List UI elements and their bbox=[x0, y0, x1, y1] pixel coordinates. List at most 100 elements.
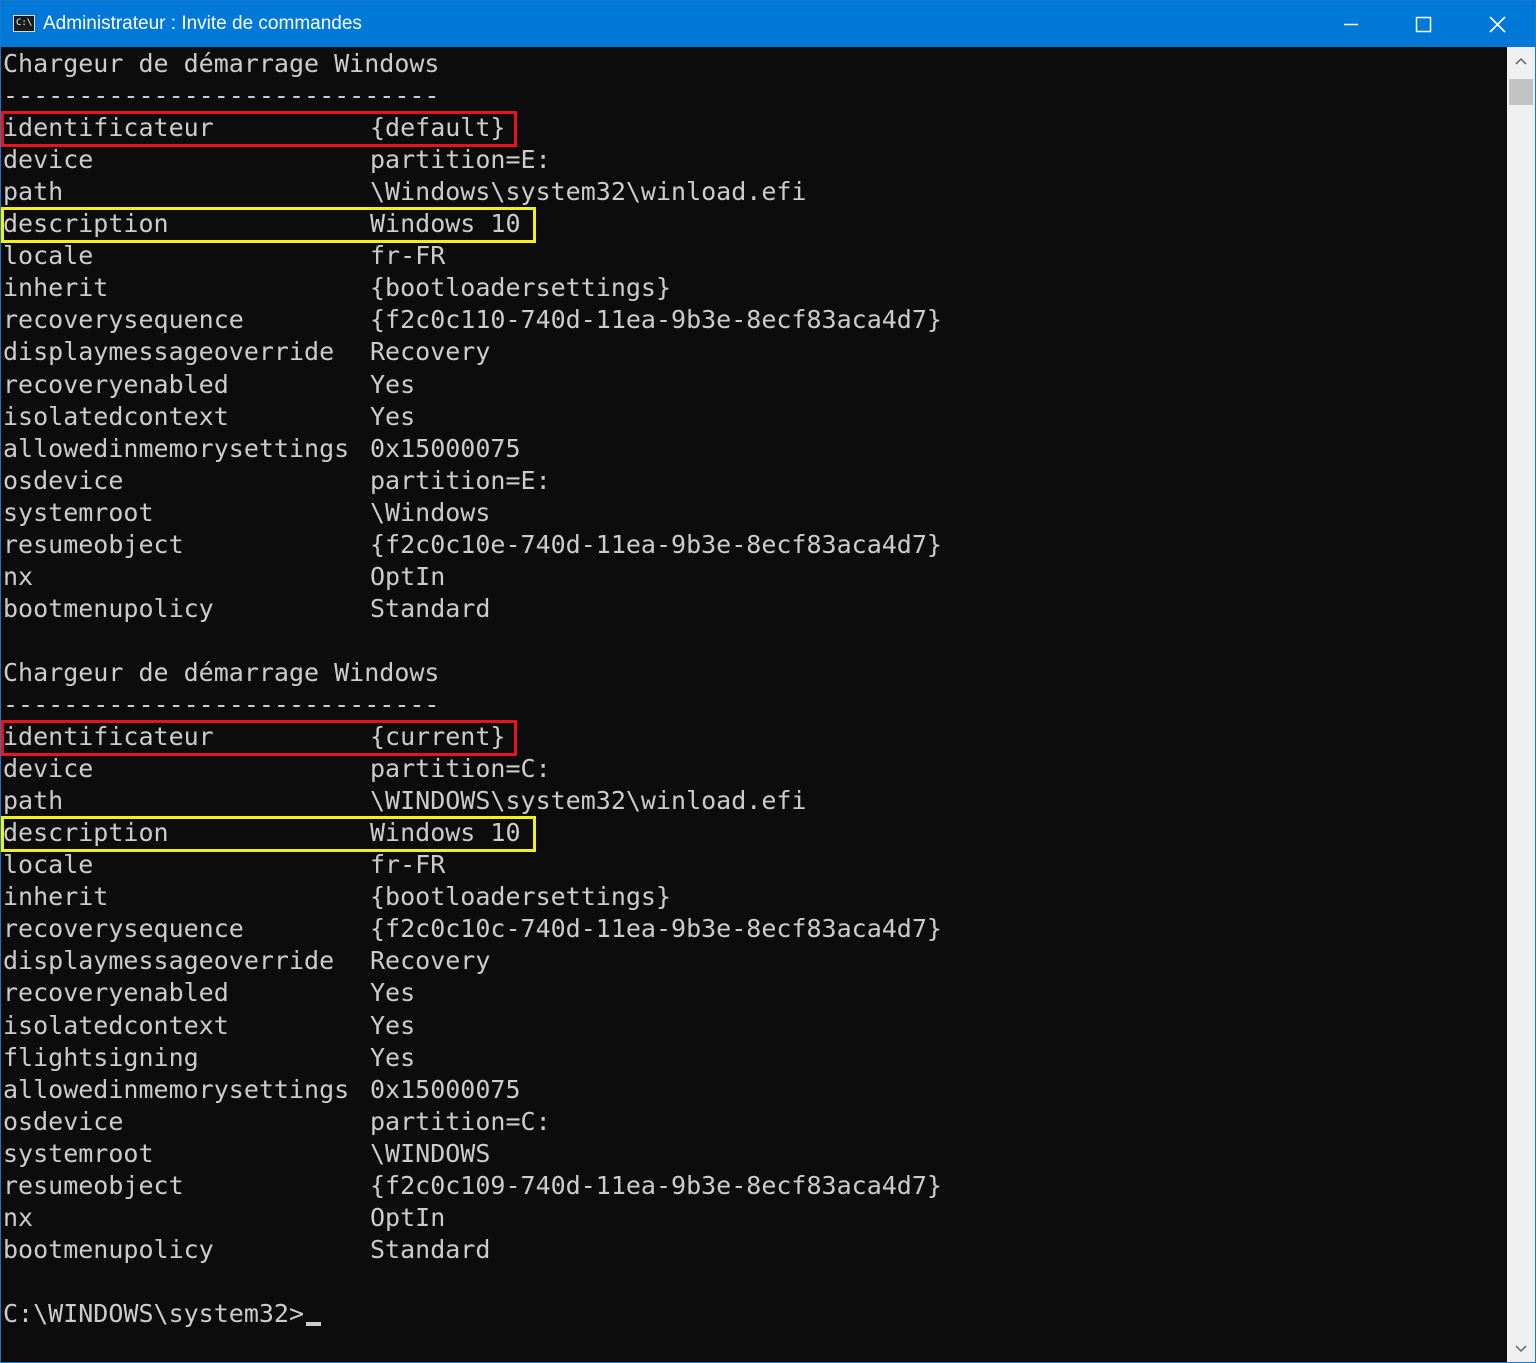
bcd-entry-row: inherit {bootloadersettings} bbox=[3, 881, 671, 913]
bcd-entry-row: description Windows 10 bbox=[3, 817, 521, 849]
entry-key: path bbox=[3, 786, 64, 816]
scroll-down-button[interactable] bbox=[1507, 1335, 1535, 1362]
entry-key: recoveryenabled bbox=[3, 369, 229, 399]
entry-key: description bbox=[3, 209, 169, 239]
bcd-entry-row: bootmenupolicy Standard bbox=[3, 593, 490, 625]
bcd-entry-row: allowedinmemorysettings 0x15000075 bbox=[3, 433, 521, 465]
entry-key: path bbox=[3, 177, 64, 207]
entry-value: partition=E: bbox=[370, 465, 551, 495]
entry-key: systemroot bbox=[3, 1138, 154, 1168]
entry-key: bootmenupolicy bbox=[3, 1234, 214, 1264]
entry-key: displaymessageoverride bbox=[3, 946, 335, 976]
bcd-entry-row: isolatedcontext Yes bbox=[3, 1010, 415, 1042]
vertical-scrollbar[interactable] bbox=[1507, 47, 1535, 1362]
section-header: Chargeur de démarrage Windows bbox=[3, 48, 440, 80]
entry-key: device bbox=[3, 754, 94, 784]
entry-value: Yes bbox=[370, 1042, 416, 1072]
entry-value: Yes bbox=[370, 1010, 416, 1040]
chevron-down-icon bbox=[1515, 1345, 1527, 1353]
entry-key: nx bbox=[3, 561, 34, 591]
entry-key: inherit bbox=[3, 882, 109, 912]
entry-key: allowedinmemorysettings bbox=[3, 433, 350, 463]
entry-value: {bootloadersettings} bbox=[370, 882, 672, 912]
bcd-entry-row: recoverysequence {f2c0c10c-740d-11ea-9b3e… bbox=[3, 913, 942, 945]
entry-value: 0x15000075 bbox=[370, 433, 521, 463]
entry-value: OptIn bbox=[370, 1202, 446, 1232]
entry-key: device bbox=[3, 145, 94, 175]
bcd-entry-row: device partition=E: bbox=[3, 144, 551, 176]
bcd-entry-row: identificateur {default} bbox=[3, 112, 505, 144]
bcd-entry-row: bootmenupolicy Standard bbox=[3, 1234, 490, 1266]
scroll-up-button[interactable] bbox=[1507, 47, 1535, 75]
entry-key: osdevice bbox=[3, 465, 124, 495]
prompt-path: C:\WINDOWS\system32> bbox=[3, 1298, 305, 1328]
section-separator: ----------------------------- bbox=[3, 80, 440, 112]
maximize-button[interactable] bbox=[1387, 1, 1459, 47]
text-cursor bbox=[306, 1321, 322, 1326]
entry-value: {f2c0c10c-740d-11ea-9b3e-8ecf83aca4d7} bbox=[370, 914, 942, 944]
entry-value: {f2c0c10e-740d-11ea-9b3e-8ecf83aca4d7} bbox=[370, 529, 942, 559]
bcd-entry-row: osdevice partition=E: bbox=[3, 465, 551, 497]
entry-key: systemroot bbox=[3, 497, 154, 527]
entry-value: \WINDOWS bbox=[370, 1138, 491, 1168]
entry-key: inherit bbox=[3, 273, 109, 303]
entry-value: partition=E: bbox=[370, 145, 551, 175]
entry-value: {f2c0c109-740d-11ea-9b3e-8ecf83aca4d7} bbox=[370, 1170, 942, 1200]
entry-value: Yes bbox=[370, 978, 416, 1008]
separator-line: ----------------------------- bbox=[3, 690, 440, 719]
entry-value: {default} bbox=[370, 113, 506, 143]
entry-key: allowedinmemorysettings bbox=[3, 1074, 350, 1104]
maximize-icon bbox=[1415, 16, 1432, 33]
bcd-entry-row: flightsigning Yes bbox=[3, 1042, 415, 1074]
section-header: Chargeur de démarrage Windows bbox=[3, 657, 440, 689]
scrollbar-thumb[interactable] bbox=[1509, 79, 1533, 105]
entry-value: Windows 10 bbox=[370, 818, 521, 848]
bcd-entry-row: device partition=C: bbox=[3, 753, 551, 785]
bcd-entry-row: locale fr-FR bbox=[3, 849, 445, 881]
bcd-entry-row: path \WINDOWS\system32\winload.efi bbox=[3, 785, 807, 817]
minimize-button[interactable] bbox=[1315, 1, 1387, 47]
entry-key: nx bbox=[3, 1202, 34, 1232]
bcd-entry-row: recoverysequence {f2c0c110-740d-11ea-9b3e… bbox=[3, 304, 942, 336]
bcd-entry-row: description Windows 10 bbox=[3, 208, 521, 240]
entry-key: flightsigning bbox=[3, 1042, 199, 1072]
entry-key: recoverysequence bbox=[3, 305, 244, 335]
entry-key: bootmenupolicy bbox=[3, 593, 214, 623]
entry-value: Yes bbox=[370, 369, 416, 399]
entry-key: resumeobject bbox=[3, 1170, 184, 1200]
entry-key: isolatedcontext bbox=[3, 401, 229, 431]
entry-key: locale bbox=[3, 850, 94, 880]
close-icon bbox=[1489, 16, 1506, 33]
entry-value: Yes bbox=[370, 401, 416, 431]
entry-value: {current} bbox=[370, 722, 506, 752]
bcd-entry-row: systemroot \WINDOWS bbox=[3, 1138, 490, 1170]
entry-value: Standard bbox=[370, 593, 491, 623]
bcd-entry-row: locale fr-FR bbox=[3, 240, 445, 272]
command-prompt-icon[interactable]: C:\ bbox=[13, 15, 35, 32]
bcd-entry-row: recoveryenabled Yes bbox=[3, 977, 415, 1009]
entry-key: locale bbox=[3, 241, 94, 271]
entry-value: fr-FR bbox=[370, 850, 446, 880]
entry-value: partition=C: bbox=[370, 1106, 551, 1136]
console-output[interactable]: Chargeur de démarrage Windows -----------… bbox=[1, 47, 1507, 1362]
bcd-entry-row: path \Windows\system32\winload.efi bbox=[3, 176, 807, 208]
entry-key: isolatedcontext bbox=[3, 1010, 229, 1040]
section-separator: ----------------------------- bbox=[3, 689, 440, 721]
entry-key: description bbox=[3, 818, 169, 848]
entry-key: resumeobject bbox=[3, 529, 184, 559]
cmd-window: C:\ Administrateur : Invite de commandes… bbox=[0, 0, 1536, 1363]
entry-value: Recovery bbox=[370, 337, 491, 367]
title-bar[interactable]: C:\ Administrateur : Invite de commandes bbox=[1, 1, 1535, 47]
separator-line: ----------------------------- bbox=[3, 81, 440, 111]
close-button[interactable] bbox=[1461, 1, 1533, 47]
bcd-entry-row: systemroot \Windows bbox=[3, 497, 490, 529]
entry-value: fr-FR bbox=[370, 241, 446, 271]
bcd-entry-row: resumeobject {f2c0c10e-740d-11ea-9b3e-8ec… bbox=[3, 529, 942, 561]
section-title: Chargeur de démarrage Windows bbox=[3, 657, 440, 687]
minimize-icon bbox=[1344, 23, 1358, 26]
entry-value: partition=C: bbox=[370, 754, 551, 784]
bcd-entry-row: allowedinmemorysettings 0x15000075 bbox=[3, 1074, 521, 1106]
entry-key: recoveryenabled bbox=[3, 978, 229, 1008]
entry-value: Windows 10 bbox=[370, 209, 521, 239]
entry-key: identificateur bbox=[3, 113, 214, 143]
